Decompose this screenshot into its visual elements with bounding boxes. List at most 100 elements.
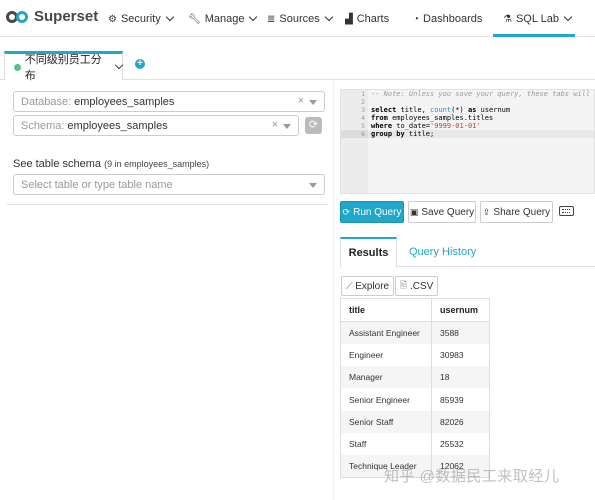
column-header-usernum[interactable]: usernum: [431, 298, 490, 322]
nav-security-label: Security: [120, 13, 161, 25]
column-header-title[interactable]: title: [340, 298, 432, 322]
line-number: 2: [361, 98, 365, 106]
query-tab-active[interactable]: 不同级别员工分布: [4, 51, 124, 82]
nav-security[interactable]: ⚙ Security: [108, 11, 174, 27]
table-row: Manager 18: [340, 366, 490, 389]
nav-dashboards-label: Dashboards: [423, 13, 483, 25]
cell-usernum: 30983: [431, 343, 490, 367]
nav-manage-label: Manage: [204, 13, 245, 25]
table-select[interactable]: Select table or type table name: [13, 174, 325, 195]
table-count: (9 in employees_samples): [104, 159, 210, 169]
explore-label: Explore: [355, 280, 390, 292]
refresh-schema-button[interactable]: ⟳: [305, 117, 322, 134]
watermark-text: 知乎 @数据民工来取经儿: [384, 468, 560, 485]
gear-icon: ⚙: [108, 13, 117, 25]
schema-select[interactable]: Schema: employees_samples ×: [13, 115, 299, 136]
clear-icon[interactable]: ×: [272, 119, 278, 131]
csv-label: .CSV: [409, 280, 434, 292]
database-select-value: employees_samples: [74, 95, 175, 108]
cell-title: Senior Engineer: [340, 388, 432, 411]
editor-gutter: 1 2 3 4 5 6: [341, 90, 368, 193]
dropdown-arrow-icon[interactable]: [283, 124, 291, 129]
cell-usernum: 25532: [431, 432, 490, 456]
cell-usernum: 3588: [431, 321, 490, 344]
table-header-row: title usernum: [340, 298, 490, 322]
run-query-button[interactable]: ⟳ Run Query: [340, 201, 404, 223]
schema-select-value: employees_samples: [67, 119, 168, 132]
nav-charts-label: Charts: [356, 13, 390, 25]
table-row: Assistant Engineer 3588: [340, 321, 490, 344]
nav-sql-lab-label: SQL Lab: [515, 13, 559, 25]
code-line-group-by: group by title;: [371, 130, 435, 138]
nav-active-indicator: [493, 34, 575, 37]
cell-title: Engineer: [340, 343, 432, 367]
share-query-button[interactable]: ⇪ Share Query: [480, 201, 553, 223]
panel-splitter[interactable]: [333, 80, 334, 500]
nav-charts[interactable]: ▟ Charts: [345, 11, 389, 27]
see-schema-label: See table schema: [13, 158, 102, 170]
wrench-icon: 🔧︎: [188, 13, 201, 25]
brand-logo-link[interactable]: Superset: [6, 8, 98, 25]
cell-title: Assistant Engineer: [340, 321, 432, 344]
cell-title: Senior Staff: [340, 410, 432, 433]
table-schema-heading: See table schema (9 in employees_samples…: [13, 158, 209, 170]
explore-button[interactable]: ⟋ Explore: [341, 276, 394, 296]
top-navbar: Superset ⚙ Security 🔧︎ Manage ≣ Sources …: [0, 0, 595, 37]
results-tab-bar: Results Query History: [340, 237, 595, 268]
line-number: 3: [361, 106, 365, 114]
clear-icon[interactable]: ×: [298, 95, 304, 107]
add-tab-icon[interactable]: +: [135, 59, 145, 69]
line-chart-icon: ⟋: [345, 280, 353, 291]
save-query-label: Save Query: [421, 206, 475, 218]
chevron-down-icon: [563, 12, 573, 22]
code-line-where: where to_date='9999-01-01': [371, 122, 481, 130]
file-icon: 🗎︎: [399, 280, 407, 290]
nav-manage[interactable]: 🔧︎ Manage: [188, 11, 258, 27]
status-dot-icon: [14, 63, 21, 71]
save-query-button[interactable]: ▣ Save Query: [408, 201, 476, 223]
dropdown-arrow-icon[interactable]: [309, 183, 317, 188]
nav-sources[interactable]: ≣ Sources: [267, 11, 333, 27]
database-icon: ≣: [267, 13, 276, 25]
line-number: 4: [361, 114, 365, 122]
sql-editor[interactable]: 1 2 3 4 5 6 -- Note: Unless you save you…: [340, 89, 595, 194]
refresh-icon: ⟳: [342, 206, 351, 217]
line-number: 5: [361, 122, 365, 130]
keyboard-shortcuts-icon[interactable]: [559, 206, 574, 216]
cell-title: Staff: [340, 432, 432, 456]
schema-select-label: Schema:: [21, 119, 65, 132]
left-panel-divider: [6, 204, 328, 205]
tab-results[interactable]: Results: [340, 237, 397, 268]
nav-sql-lab[interactable]: ⚗ SQL Lab: [503, 11, 573, 27]
table-row: Senior Engineer 85939: [340, 388, 490, 411]
tab-query-history[interactable]: Query History: [409, 246, 476, 258]
brand-name: Superset: [34, 8, 99, 25]
line-number: 6: [341, 130, 368, 138]
nav-dashboards[interactable]: ◔ Dashboards: [413, 11, 482, 27]
share-icon: ⇪: [482, 206, 491, 217]
editor-code: -- Note: Unless you save your query, the…: [371, 90, 594, 138]
cell-usernum: 18: [431, 366, 490, 389]
table-row: Senior Staff 82026: [340, 410, 490, 433]
code-line-select: select title, count(*) as usernum: [371, 106, 511, 114]
nav-sources-label: Sources: [279, 13, 320, 25]
share-query-label: Share Query: [493, 206, 551, 218]
cell-usernum: 82026: [431, 410, 490, 433]
dropdown-arrow-icon[interactable]: [309, 100, 317, 105]
code-line-from: from employees_samples.titles: [371, 114, 494, 122]
chevron-down-icon: [324, 12, 333, 22]
save-icon: ▣: [409, 206, 419, 217]
cell-title: Manager: [340, 366, 432, 389]
database-select[interactable]: Database: employees_samples ×: [13, 91, 325, 112]
chevron-down-icon: [249, 12, 258, 22]
line-number: 1: [361, 90, 365, 98]
csv-download-button[interactable]: 🗎︎ .CSV: [395, 276, 438, 296]
bar-chart-icon: ▟: [345, 13, 353, 25]
dashboard-icon: ◔: [413, 13, 420, 25]
sql-lab-page: Superset ⚙ Security 🔧︎ Manage ≣ Sources …: [0, 0, 595, 500]
cell-usernum: 85939: [431, 388, 490, 411]
code-comment: -- Note: Unless you save your query, the…: [371, 90, 591, 98]
query-tab-label: 不同级别员工分布: [24, 54, 102, 82]
chevron-down-icon[interactable]: [114, 60, 124, 70]
